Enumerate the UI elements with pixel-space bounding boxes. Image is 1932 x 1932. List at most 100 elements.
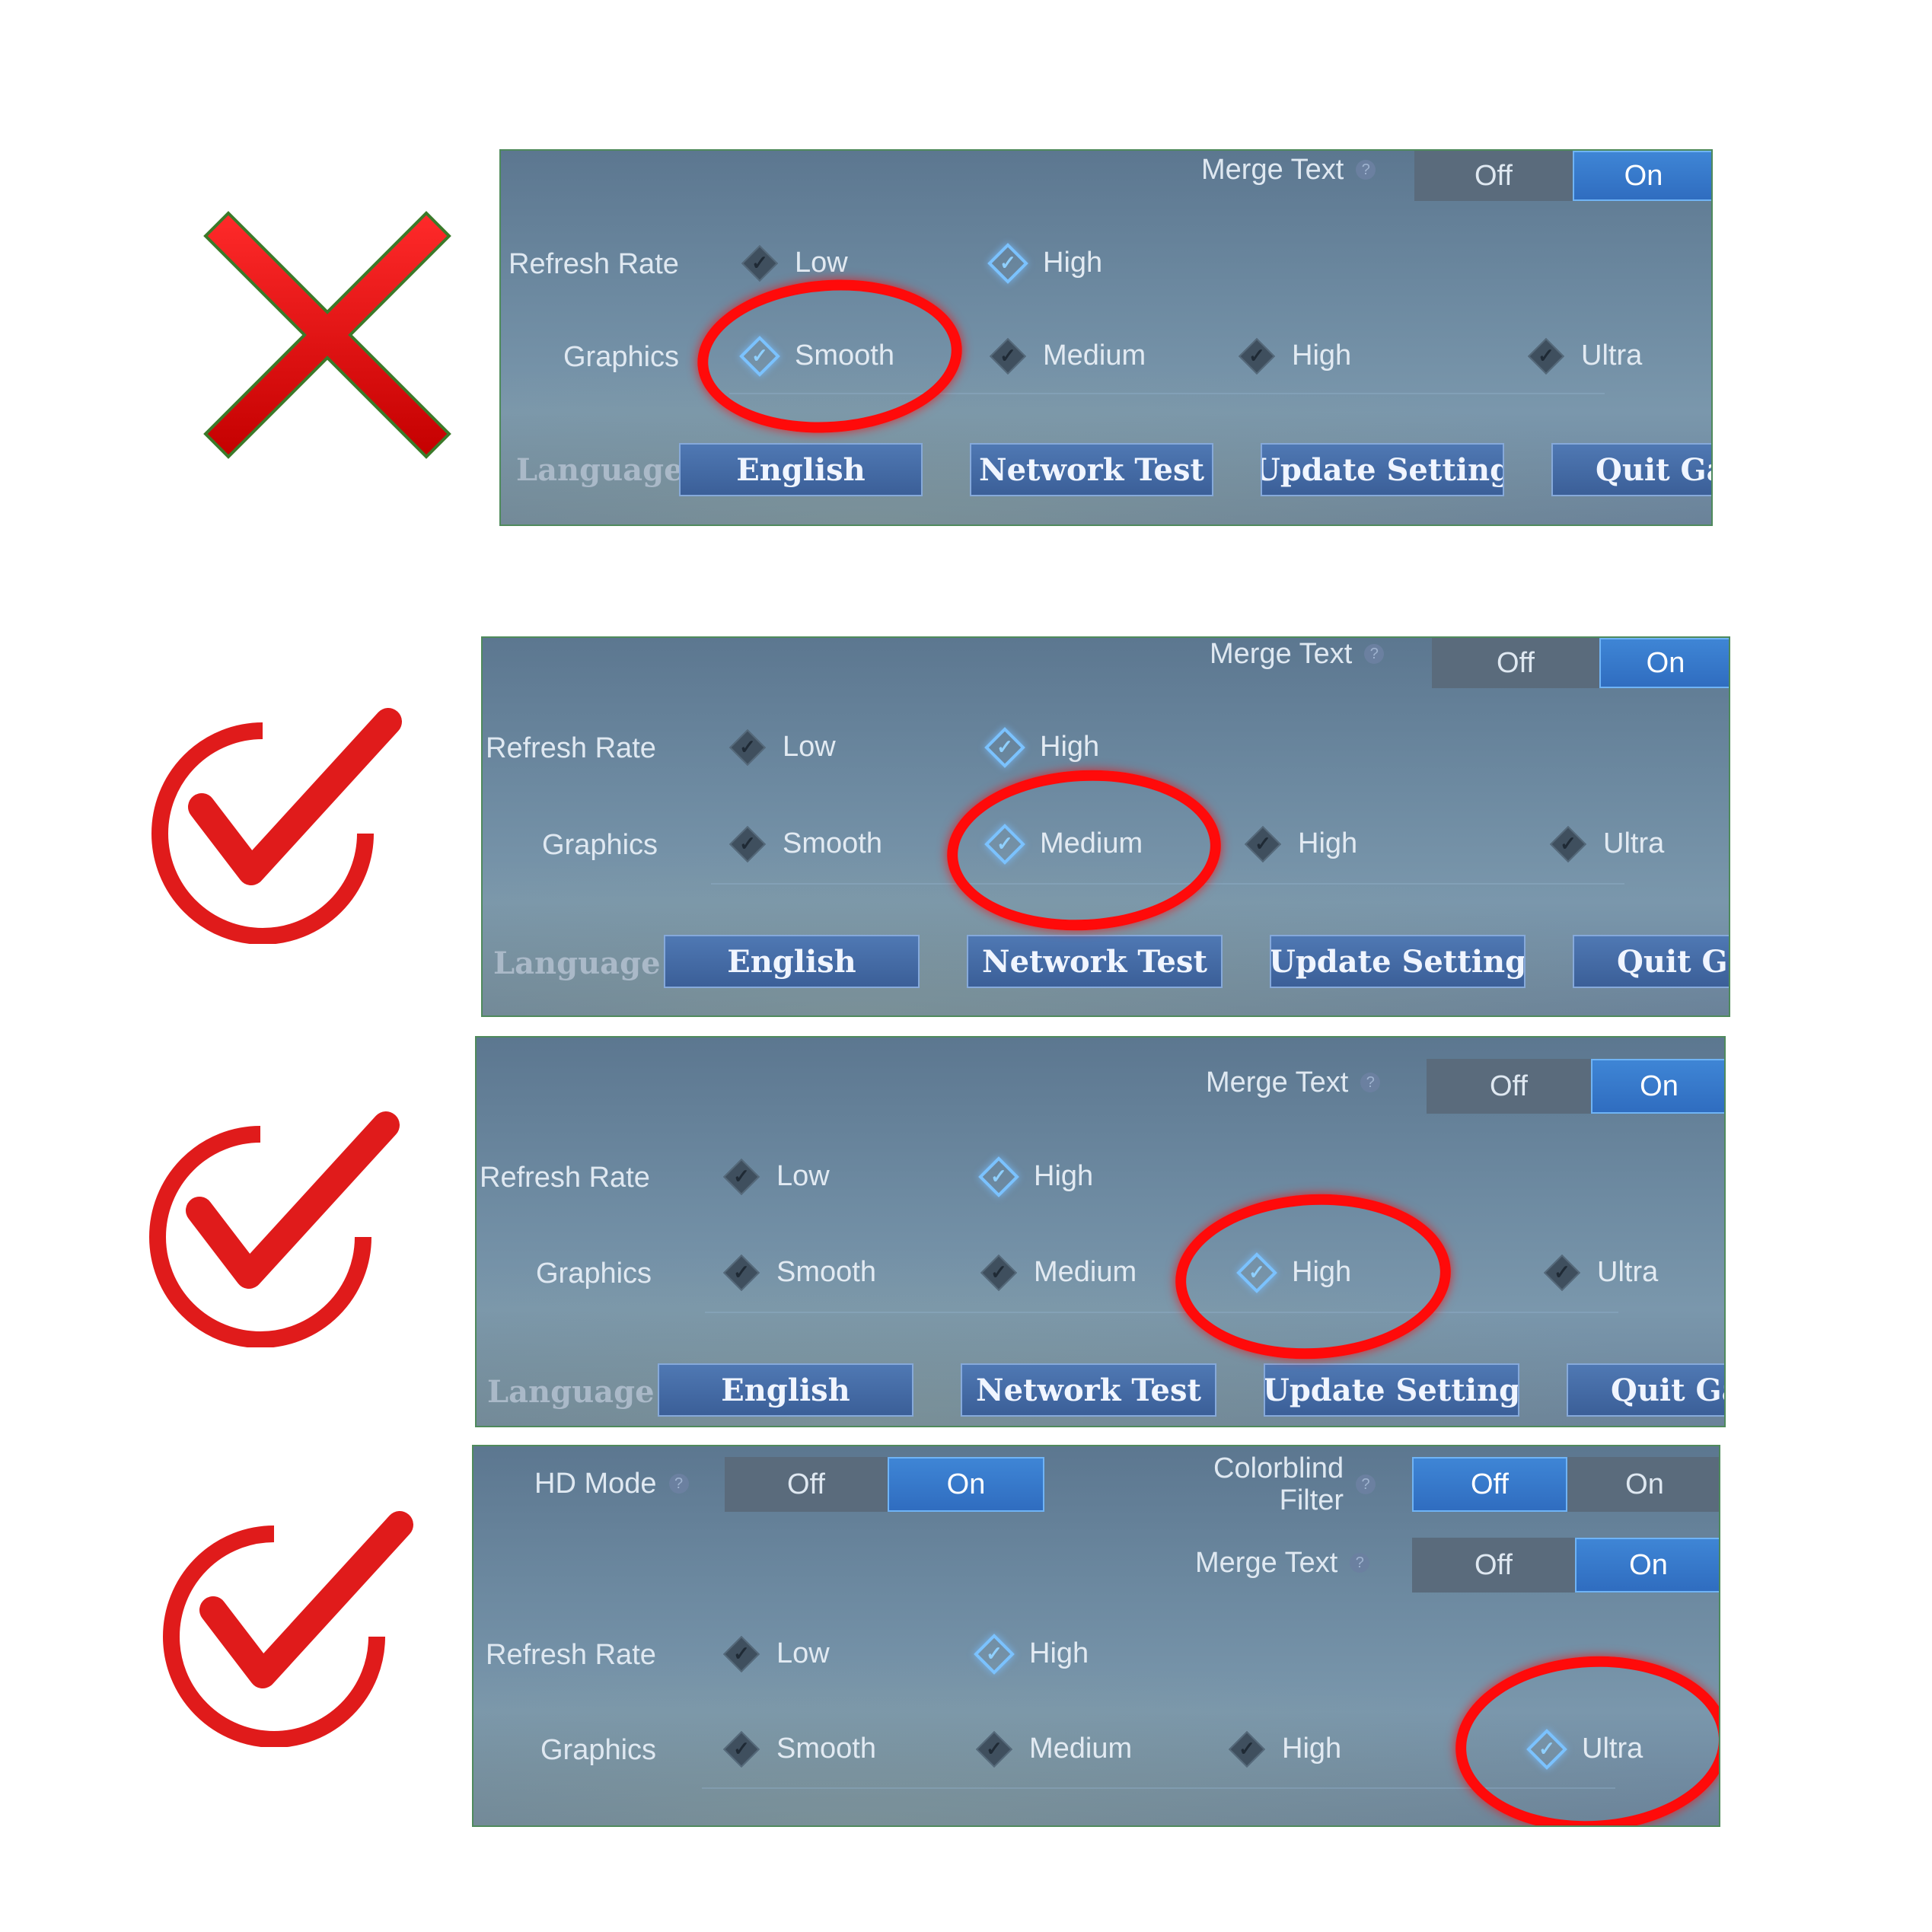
network-test-button[interactable]: Network Test [967, 935, 1223, 988]
diamond-checkbox-icon: ✓ [734, 831, 761, 858]
diamond-checked-icon: ✓ [985, 1163, 1012, 1191]
refresh-high-option[interactable]: ✓ High [994, 247, 1102, 279]
settings-panel-1: Merge Text ? Off On Refresh Rate ✓ Low ✓… [499, 149, 1713, 526]
diamond-checked-icon: ✓ [980, 1640, 1008, 1668]
refresh-rate-label: Refresh Rate [509, 248, 679, 280]
annotation-circle [1171, 1187, 1455, 1366]
diamond-checkbox-icon: ✓ [746, 250, 773, 277]
quit-game-button[interactable]: Quit Ga [1573, 935, 1729, 988]
help-icon[interactable]: ? [1350, 1553, 1370, 1573]
update-setting-button[interactable]: Update Setting [1264, 1363, 1519, 1417]
graphics-ultra-option[interactable]: ✓ Ultra [1548, 1256, 1658, 1289]
colorblind-filter-label: Colorblind [1213, 1452, 1344, 1484]
diamond-checkbox-icon: ✓ [1233, 1736, 1261, 1763]
refresh-high-option[interactable]: ✓ High [980, 1637, 1089, 1670]
refresh-low-option[interactable]: ✓ Low [734, 731, 836, 764]
graphics-smooth-option[interactable]: ✓ Smooth [728, 1256, 876, 1289]
refresh-low-option[interactable]: ✓ Low [746, 247, 848, 279]
update-setting-button[interactable]: Update Setting [1270, 935, 1526, 988]
graphics-ultra-option[interactable]: ✓ Ultra [1532, 340, 1642, 372]
quit-game-button[interactable]: Quit Ga [1567, 1363, 1724, 1417]
diamond-checkbox-icon: ✓ [728, 1736, 755, 1763]
language-label: Language [487, 1374, 655, 1410]
graphics-smooth-option[interactable]: ✓ Smooth [734, 827, 882, 860]
diamond-checked-icon: ✓ [991, 734, 1019, 761]
annotation-circle [1451, 1649, 1719, 1825]
quit-game-button[interactable]: Quit Gar [1551, 443, 1711, 496]
diamond-checkbox-icon: ✓ [1243, 343, 1270, 370]
graphics-high-option[interactable]: ✓ High [1233, 1733, 1341, 1765]
hd-mode-label: HD Mode [534, 1468, 657, 1500]
toggle-off-option[interactable]: Off [1412, 1538, 1575, 1592]
graphics-smooth-option[interactable]: ✓ Smooth [728, 1733, 876, 1765]
merge-text-toggle[interactable]: Off On [1412, 1538, 1719, 1592]
english-button[interactable]: English [679, 443, 923, 496]
graphics-medium-option[interactable]: ✓ Medium [980, 1733, 1132, 1765]
wrong-x-icon [203, 211, 451, 459]
annotation-circle [692, 271, 968, 442]
help-icon[interactable]: ? [1360, 1073, 1381, 1092]
help-icon[interactable]: ? [1356, 1475, 1376, 1494]
diamond-checkbox-icon: ✓ [734, 734, 761, 761]
merge-text-toggle[interactable]: Off On [1414, 151, 1711, 201]
diamond-checkbox-icon: ✓ [1548, 1259, 1576, 1286]
settings-panel-2: Merge Text ? Off On Refresh Rate ✓ Low ✓… [481, 636, 1730, 1017]
help-icon[interactable]: ? [1364, 644, 1385, 664]
diamond-checkbox-icon: ✓ [1532, 343, 1560, 370]
diamond-checkbox-icon: ✓ [728, 1259, 755, 1286]
diamond-checkbox-icon: ✓ [728, 1163, 755, 1191]
colorblind-filter-label: Filter [1279, 1484, 1344, 1516]
diamond-checked-icon: ✓ [994, 250, 1022, 277]
graphics-ultra-option[interactable]: ✓ Ultra [1554, 827, 1664, 860]
refresh-low-option[interactable]: ✓ Low [728, 1160, 830, 1193]
toggle-on-option[interactable]: On [1567, 1457, 1719, 1512]
graphics-high-option[interactable]: ✓ High [1249, 827, 1357, 860]
refresh-high-option[interactable]: ✓ High [985, 1160, 1093, 1193]
colorblind-filter-toggle[interactable]: Off On [1412, 1457, 1719, 1512]
correct-check-icon [151, 708, 402, 944]
graphics-label: Graphics [542, 829, 658, 861]
toggle-on-option[interactable]: On [1573, 151, 1711, 201]
toggle-off-option[interactable]: Off [1414, 151, 1573, 201]
merge-text-label: Merge Text [1195, 1547, 1338, 1579]
merge-text-label: Merge Text [1210, 638, 1353, 670]
merge-text-label: Merge Text [1206, 1066, 1349, 1098]
toggle-off-option[interactable]: Off [1427, 1059, 1591, 1114]
diamond-checkbox-icon: ✓ [994, 343, 1022, 370]
toggle-off-option[interactable]: Off [725, 1457, 888, 1512]
network-test-button[interactable]: Network Test [961, 1363, 1216, 1417]
annotation-circle [942, 763, 1226, 938]
refresh-low-option[interactable]: ✓ Low [728, 1637, 830, 1670]
toggle-off-option[interactable]: Off [1412, 1457, 1567, 1512]
help-icon[interactable]: ? [1356, 160, 1376, 180]
refresh-rate-label: Refresh Rate [486, 732, 656, 764]
settings-panel-4: HD Mode ? Off On Colorblind Filter ? Off… [472, 1445, 1720, 1827]
diamond-checkbox-icon: ✓ [1554, 831, 1582, 858]
refresh-rate-label: Refresh Rate [480, 1162, 650, 1194]
graphics-medium-option[interactable]: ✓ Medium [985, 1256, 1137, 1289]
graphics-medium-option[interactable]: ✓ Medium [994, 340, 1146, 372]
hd-mode-toggle[interactable]: Off On [725, 1457, 1044, 1512]
update-setting-button[interactable]: Update Setting [1261, 443, 1504, 496]
merge-text-toggle[interactable]: Off On [1432, 638, 1729, 688]
correct-check-icon [163, 1511, 413, 1747]
correct-check-icon [149, 1111, 400, 1347]
graphics-label: Graphics [540, 1734, 657, 1766]
graphics-high-option[interactable]: ✓ High [1243, 340, 1351, 372]
toggle-on-option[interactable]: On [888, 1457, 1044, 1512]
english-button[interactable]: English [664, 935, 920, 988]
toggle-on-option[interactable]: On [1575, 1538, 1719, 1592]
toggle-off-option[interactable]: Off [1432, 638, 1599, 688]
graphics-label: Graphics [536, 1258, 652, 1290]
toggle-on-option[interactable]: On [1599, 638, 1729, 688]
merge-text-toggle[interactable]: Off On [1427, 1059, 1724, 1114]
divider [705, 1312, 1618, 1313]
english-button[interactable]: English [658, 1363, 913, 1417]
refresh-high-option[interactable]: ✓ High [991, 731, 1099, 764]
toggle-on-option[interactable]: On [1591, 1059, 1724, 1114]
refresh-rate-label: Refresh Rate [486, 1639, 656, 1671]
diamond-checkbox-icon: ✓ [980, 1736, 1008, 1763]
help-icon[interactable]: ? [668, 1474, 689, 1494]
merge-text-label: Merge Text [1201, 154, 1344, 186]
network-test-button[interactable]: Network Test [970, 443, 1213, 496]
